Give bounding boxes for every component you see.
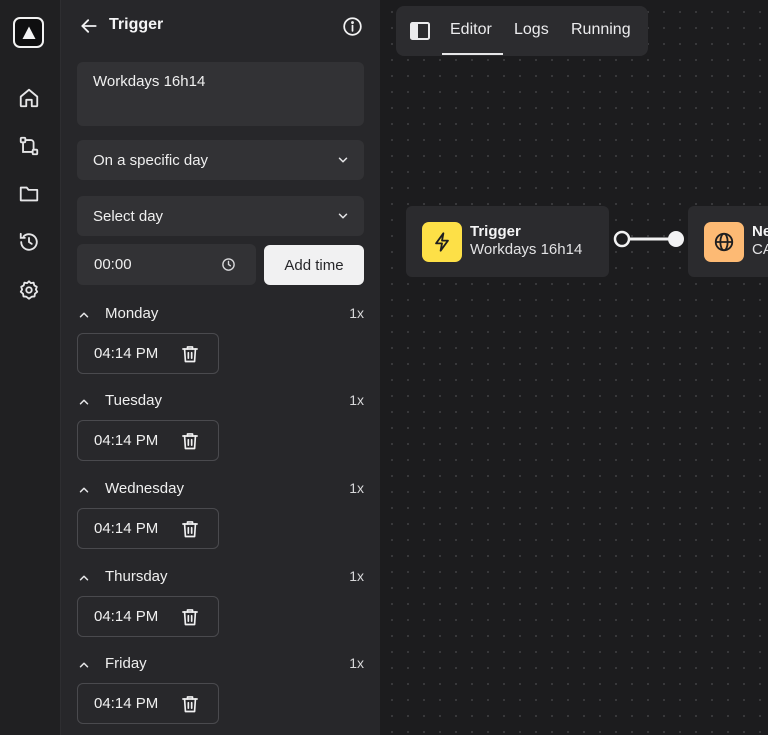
chevron-up-icon[interactable]	[77, 571, 91, 585]
day-select[interactable]: Select day	[77, 196, 364, 236]
workflow-canvas[interactable]: Editor Logs Running Trigger Workdays 16h…	[380, 0, 768, 735]
time-input[interactable]: 00:00	[77, 244, 256, 285]
clock-icon	[221, 257, 236, 276]
history-icon[interactable]	[15, 228, 43, 256]
day-count: 1x	[349, 305, 364, 321]
trash-icon[interactable]	[180, 694, 200, 714]
node-connector	[613, 230, 684, 248]
globe-icon	[704, 222, 744, 262]
tab-editor[interactable]: Editor	[450, 21, 492, 39]
time-input-value: 00:00	[94, 256, 132, 273]
day-name: Monday	[105, 305, 159, 322]
chevron-down-icon	[336, 153, 350, 171]
time-slot-value: 04:14 PM	[94, 520, 159, 537]
trash-icon[interactable]	[180, 344, 200, 364]
day-header: Tuesday 1x	[77, 391, 364, 413]
day-count: 1x	[349, 655, 364, 671]
time-slot-value: 04:14 PM	[94, 608, 159, 625]
chevron-up-icon[interactable]	[77, 395, 91, 409]
add-time-button[interactable]: Add time	[264, 245, 364, 285]
trigger-name-field[interactable]: Workdays 16h14	[77, 62, 364, 126]
time-slot: 04:14 PM	[77, 420, 219, 461]
settings-icon[interactable]	[15, 276, 43, 304]
logo-icon[interactable]	[13, 17, 44, 48]
trash-icon[interactable]	[180, 519, 200, 539]
sidebar-toggle-icon[interactable]	[410, 22, 430, 40]
back-arrow-icon[interactable]	[78, 15, 100, 37]
chevron-up-icon[interactable]	[77, 658, 91, 672]
day-header: Thursday 1x	[77, 567, 364, 589]
nav-rail	[0, 0, 61, 735]
node-title: Trigger	[470, 223, 521, 240]
node-subtitle: CA	[752, 241, 768, 258]
info-icon[interactable]	[341, 15, 363, 37]
day-count: 1x	[349, 480, 364, 496]
day-select-placeholder: Select day	[93, 207, 164, 225]
workflow-icon[interactable]	[15, 132, 43, 160]
tab-running[interactable]: Running	[571, 21, 631, 39]
tab-logs[interactable]: Logs	[514, 21, 549, 39]
trash-icon[interactable]	[180, 431, 200, 451]
time-slot: 04:14 PM	[77, 508, 219, 549]
trigger-node[interactable]: Trigger Workdays 16h14	[406, 206, 609, 277]
http-node[interactable]: Ne CA	[688, 206, 768, 277]
time-slot: 04:14 PM	[77, 596, 219, 637]
chevron-up-icon[interactable]	[77, 308, 91, 322]
node-subtitle: Workdays 16h14	[470, 241, 583, 258]
frequency-select-value: On a specific day	[93, 151, 209, 169]
day-header: Friday 1x	[77, 654, 364, 676]
chevron-up-icon[interactable]	[77, 483, 91, 497]
panel-header: Trigger	[61, 0, 380, 52]
day-name: Wednesday	[105, 480, 184, 497]
trigger-panel: Trigger Workdays 16h14 On a specific day…	[61, 0, 380, 735]
time-slot: 04:14 PM	[77, 683, 219, 724]
node-title: Ne	[752, 223, 768, 240]
app-root: Trigger Workdays 16h14 On a specific day…	[0, 0, 768, 735]
chevron-down-icon	[336, 209, 350, 227]
day-name: Thursday	[105, 568, 168, 585]
day-header: Monday 1x	[77, 304, 364, 326]
home-icon[interactable]	[15, 84, 43, 112]
lightning-icon	[422, 222, 462, 262]
day-name: Tuesday	[105, 392, 162, 409]
time-slot-value: 04:14 PM	[94, 695, 159, 712]
folder-icon[interactable]	[15, 180, 43, 208]
time-slot-value: 04:14 PM	[94, 432, 159, 449]
day-header: Wednesday 1x	[77, 479, 364, 501]
day-count: 1x	[349, 568, 364, 584]
panel-title: Trigger	[109, 16, 164, 33]
day-count: 1x	[349, 392, 364, 408]
output-handle[interactable]	[613, 230, 631, 248]
time-slot-value: 04:14 PM	[94, 345, 159, 362]
time-slot: 04:14 PM	[77, 333, 219, 374]
input-handle[interactable]	[668, 231, 684, 247]
day-name: Friday	[105, 655, 147, 672]
canvas-tabbar: Editor Logs Running	[396, 6, 648, 56]
active-tab-indicator	[442, 53, 503, 55]
trash-icon[interactable]	[180, 607, 200, 627]
frequency-select[interactable]: On a specific day	[77, 140, 364, 180]
